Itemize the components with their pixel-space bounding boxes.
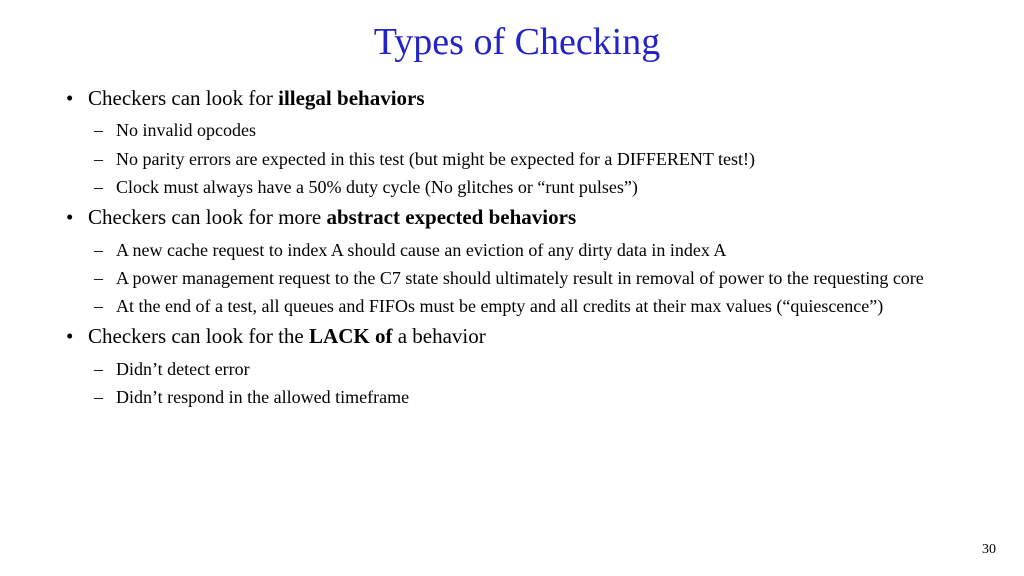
bullet-item: Checkers can look for more abstract expe…	[60, 203, 974, 318]
sub-bullet: At the end of a test, all queues and FIF…	[88, 294, 974, 318]
sub-bullet: Didn’t detect error	[88, 357, 974, 381]
bullet-prefix: Checkers can look for the	[88, 324, 309, 348]
sub-bullet: Clock must always have a 50% duty cycle …	[88, 175, 974, 199]
sub-bullet: A power management request to the C7 sta…	[88, 266, 974, 290]
page-number: 30	[982, 542, 996, 558]
bullet-bold: LACK of	[309, 324, 392, 348]
bullet-prefix: Checkers can look for more	[88, 205, 327, 229]
bullet-bold: abstract expected behaviors	[327, 205, 577, 229]
page-title: Types of Checking	[60, 20, 974, 64]
sub-bullet: Didn’t respond in the allowed timeframe	[88, 385, 974, 409]
bullet-bold: illegal behaviors	[278, 86, 424, 110]
slide-body: Checkers can look for illegal behaviors …	[60, 84, 974, 409]
bullet-prefix: Checkers can look for	[88, 86, 278, 110]
bullet-item: Checkers can look for the LACK of a beha…	[60, 322, 974, 409]
sub-bullet: No parity errors are expected in this te…	[88, 147, 974, 171]
sub-bullet: No invalid opcodes	[88, 118, 974, 142]
bullet-suffix: a behavior	[392, 324, 485, 348]
bullet-item: Checkers can look for illegal behaviors …	[60, 84, 974, 199]
sub-bullet: A new cache request to index A should ca…	[88, 238, 974, 262]
